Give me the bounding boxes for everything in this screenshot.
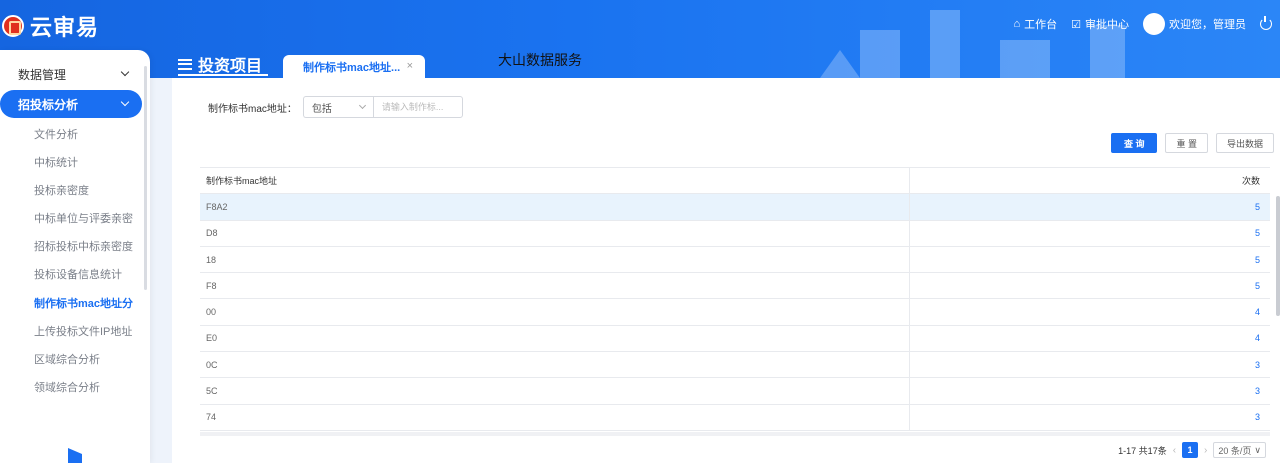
cell-count[interactable]: 5 [910, 255, 1270, 265]
cell-mac: F8 [200, 273, 910, 299]
table-row[interactable]: F8A2 5 [200, 194, 1270, 221]
section-title-text: 投资项目 [198, 58, 263, 75]
cell-count[interactable]: 5 [910, 281, 1270, 291]
checkbox-icon: ☑ [1071, 18, 1081, 31]
welcome-text: 欢迎您，管理员 [1169, 19, 1246, 31]
page-size-value: 20 条/页 [1218, 445, 1252, 456]
sidebar-group-label: 招投标分析 [18, 97, 79, 112]
cell-mac: 5C [200, 378, 910, 404]
page-header: 投资项目 [178, 52, 262, 76]
table-horizontal-scrollbar[interactable] [200, 432, 1270, 436]
table-row[interactable]: 74 3 [200, 404, 1270, 431]
cell-mac: E0 [200, 325, 910, 352]
sidebar-scrollbar[interactable] [144, 66, 147, 290]
logo-icon [2, 15, 24, 37]
pagination: 1-17 共17条 ‹ 1 › 20 条/页 ∨ [1118, 442, 1266, 458]
sidebar-item-bid-intimacy[interactable]: 投标亲密度 [34, 182, 142, 198]
sidebar-group-label: 数据管理 [18, 67, 67, 82]
cell-mac: F8A2 [200, 194, 910, 220]
page-size-select[interactable]: 20 条/页 ∨ [1213, 442, 1266, 458]
user-menu[interactable]: 欢迎您，管理员 [1143, 13, 1246, 35]
list-icon [178, 58, 192, 70]
table-row[interactable]: F8 5 [200, 273, 1270, 300]
chevron-down-icon [120, 97, 130, 107]
operator-select[interactable]: 包括 [302, 96, 373, 118]
cell-mac: 18 [200, 246, 910, 273]
home-icon: ⌂ [1013, 18, 1021, 30]
query-button[interactable]: 查 询 [1110, 133, 1158, 153]
sidebar: 数据管理 招投标分析 文件分析 中标统计 投标亲密度 中标单位与评委亲密 招标投… [0, 50, 150, 463]
sidebar-item-winner-judge[interactable]: 中标单位与评委亲密 [34, 210, 142, 226]
cell-count[interactable]: 5 [910, 228, 1270, 238]
export-button[interactable]: 导出数据 [1215, 133, 1274, 153]
cell-mac: 74 [200, 404, 910, 430]
table-header: 制作标书mac地址 次数 [200, 168, 1270, 195]
header-actions: ⌂ 工作台 ☑ 审批中心 欢迎您，管理员 [1013, 13, 1272, 35]
table-row[interactable]: 5C 3 [200, 378, 1270, 405]
sidebar-item-tender-intimacy[interactable]: 招标投标中标亲密度 [34, 238, 142, 254]
title-underline [178, 74, 268, 76]
cell-count[interactable]: 3 [910, 360, 1270, 370]
sidebar-item-device-stats[interactable]: 投标设备信息统计 [34, 266, 142, 282]
page-title: 投资项目 [178, 52, 262, 76]
table-row[interactable]: 18 5 [200, 246, 1270, 274]
workbench-label: 工作台 [1024, 19, 1058, 31]
sidebar-group-bid-analysis[interactable]: 招投标分析 [0, 90, 142, 118]
power-icon[interactable] [1260, 16, 1272, 30]
close-icon[interactable]: × [407, 60, 413, 72]
avatar [1143, 13, 1165, 35]
sidebar-item-ip-upload[interactable]: 上传投标文件IP地址 [34, 323, 142, 339]
operator-value: 包括 [311, 103, 332, 115]
cell-count[interactable]: 4 [910, 307, 1270, 317]
workbench-link[interactable]: ⌂ 工作台 [1013, 16, 1057, 32]
table-row[interactable]: 0C 3 [200, 352, 1270, 379]
approval-label: 审批中心 [1085, 19, 1129, 31]
filter-label: 制作标书mac地址： [208, 103, 297, 115]
cell-count[interactable]: 5 [910, 202, 1270, 212]
table-row[interactable]: D8 5 [200, 220, 1270, 247]
chevron-down-icon [120, 67, 130, 77]
sidebar-item-region-analysis[interactable]: 区域综合分析 [34, 351, 142, 367]
column-header-mac[interactable]: 制作标书mac地址 [200, 168, 910, 194]
sidebar-group-data-management[interactable]: 数据管理 [0, 60, 142, 88]
sidebar-item-domain-analysis[interactable]: 领域综合分析 [34, 379, 142, 395]
table-row[interactable]: 00 4 [200, 299, 1270, 326]
table-row[interactable]: E0 4 [200, 325, 1270, 353]
brand-graphic-icon [68, 448, 82, 463]
main-panel: 制作标书mac地址： 包括 查 询 重 置 导出数据 制作标书mac地址 次数 … [172, 78, 1280, 463]
cell-count[interactable]: 3 [910, 412, 1270, 422]
sidebar-item-mac-analysis[interactable]: 制作标书mac地址分 [34, 295, 142, 311]
cell-mac: 00 [200, 299, 910, 325]
page-button-current[interactable]: 1 [1182, 442, 1199, 458]
chevron-right-icon[interactable]: › [1204, 445, 1207, 456]
table-vertical-scrollbar[interactable] [1276, 196, 1280, 316]
watermark-text: 大山数据服务 [498, 52, 582, 68]
column-header-count[interactable]: 次数 [910, 174, 1270, 187]
filter-bar: 制作标书mac地址： 包括 [208, 96, 463, 118]
cell-count[interactable]: 4 [910, 333, 1270, 343]
app-title: 云审易 [30, 15, 100, 40]
chevron-down-icon [358, 101, 366, 110]
cell-mac: D8 [200, 220, 910, 246]
mac-table: 制作标书mac地址 次数 F8A2 5 D8 5 18 5 F8 5 00 4 … [200, 167, 1270, 431]
reset-button[interactable]: 重 置 [1165, 133, 1208, 153]
tab-label: 制作标书mac地址... [303, 61, 401, 74]
app-logo[interactable]: 云审易 [2, 10, 99, 42]
mac-search-input[interactable] [372, 96, 463, 118]
building-decoration [820, 10, 1125, 78]
chevron-left-icon[interactable]: ‹ [1173, 445, 1176, 456]
chevron-down-icon: ∨ [1254, 444, 1261, 455]
tab-mac-analysis[interactable]: 制作标书mac地址... × [283, 55, 425, 78]
pagination-summary: 1-17 共17条 [1118, 445, 1167, 456]
cell-mac: 0C [200, 352, 910, 378]
approval-link[interactable]: ☑ 审批中心 [1071, 16, 1129, 32]
sidebar-item-file-analysis[interactable]: 文件分析 [34, 126, 142, 142]
sidebar-item-winning-stats[interactable]: 中标统计 [34, 154, 142, 170]
cell-count[interactable]: 3 [910, 386, 1270, 396]
action-buttons: 查 询 重 置 导出数据 [1110, 133, 1274, 153]
